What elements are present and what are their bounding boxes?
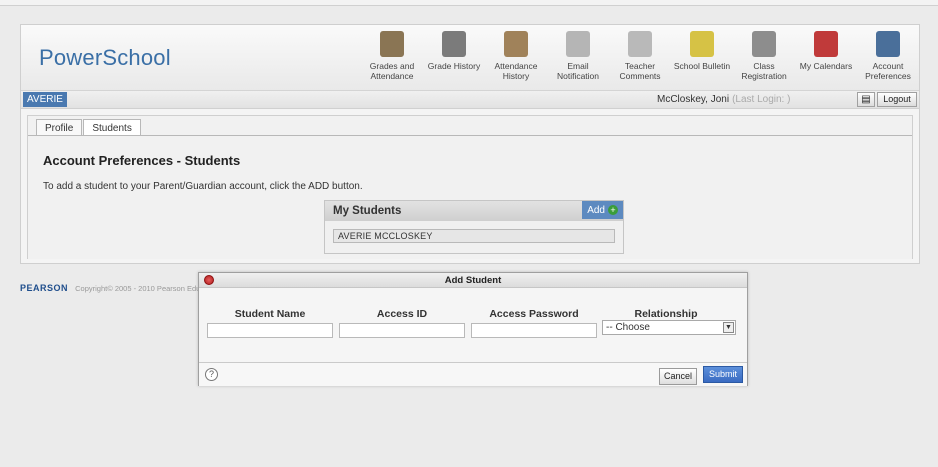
submit-button[interactable]: Submit	[703, 366, 743, 383]
close-icon[interactable]	[204, 275, 214, 285]
student-name-label: Student Name	[234, 308, 306, 320]
nav-my-calendars[interactable]: My Calendars	[795, 31, 857, 81]
dialog-title: Add Student	[444, 275, 502, 286]
powerschool-frame: PowerSchool Grades and Attendance Grade H…	[20, 24, 920, 264]
nav-attendance-history[interactable]: Attendance History	[485, 31, 547, 81]
pearson-logo: PEARSON	[20, 283, 69, 293]
nav-label: Email Notification	[556, 61, 600, 81]
last-login: (Last Login: )	[732, 94, 791, 105]
registration-icon	[752, 31, 776, 57]
nav-grade-history[interactable]: Grade History	[423, 31, 485, 81]
copyright-text: Copyright© 2005 - 2010 Pearson Educ	[75, 284, 205, 293]
relationship-label: Relationship	[634, 308, 698, 320]
main-nav: Grades and Attendance Grade History Attend…	[361, 31, 919, 81]
page-description: To add a student to your Parent/Guardian…	[43, 181, 363, 192]
nav-label: Grades and Attendance	[369, 61, 415, 81]
footer: PEARSON Copyright© 2005 - 2010 Pearson E…	[20, 283, 204, 293]
students-panel: Account Preferences - Students To add a …	[28, 135, 912, 259]
content-area: Profile Students Account Preferences - S…	[27, 115, 913, 259]
calendar-icon	[814, 31, 838, 57]
logout-button[interactable]: Logout	[877, 92, 917, 107]
nav-label: School Bulletin	[673, 61, 731, 71]
grade-history-icon	[442, 31, 466, 57]
add-label: Add	[587, 204, 605, 216]
access-password-input[interactable]	[471, 323, 597, 338]
nav-class-registration[interactable]: Class Registration	[733, 31, 795, 81]
nav-teacher-comments[interactable]: Teacher Comments	[609, 31, 671, 81]
add-student-dialog: Add Student Student Name Access ID Acces…	[198, 272, 748, 386]
comments-icon	[628, 31, 652, 57]
attendance-history-icon	[504, 31, 528, 57]
student-row[interactable]: AVERIE MCCLOSKEY	[333, 229, 615, 243]
my-students-box: My Students Add + AVERIE MCCLOSKEY	[324, 200, 624, 254]
relationship-select[interactable]: -- Choose ▼	[602, 320, 736, 335]
plus-icon: +	[608, 205, 618, 215]
page-title: Account Preferences - Students	[43, 153, 241, 168]
nav-label: Account Preferences	[865, 61, 911, 81]
top-border	[0, 0, 938, 6]
user-info: McCloskey, Joni (Last Login: )	[657, 94, 790, 105]
header: PowerSchool Grades and Attendance Grade H…	[21, 25, 919, 91]
grades-icon	[380, 31, 404, 57]
gear-icon	[876, 31, 900, 57]
nav-label: Attendance History	[494, 61, 538, 81]
user-name: McCloskey, Joni	[657, 94, 730, 105]
my-students-title: My Students	[333, 205, 402, 217]
email-icon	[566, 31, 590, 57]
nav-account-preferences[interactable]: Account Preferences	[857, 31, 919, 81]
nav-label: Grade History	[427, 61, 481, 71]
add-student-button[interactable]: Add +	[582, 201, 623, 219]
nav-school-bulletin[interactable]: School Bulletin	[671, 31, 733, 81]
relationship-value: -- Choose	[606, 322, 650, 333]
nav-grades-attendance[interactable]: Grades and Attendance	[361, 31, 423, 81]
nav-email-notification[interactable]: Email Notification	[547, 31, 609, 81]
nav-label: Teacher Comments	[619, 61, 661, 81]
powerschool-logo[interactable]: PowerSchool	[39, 45, 171, 71]
nav-label: Class Registration	[741, 61, 787, 81]
dialog-titlebar: Add Student	[199, 273, 747, 288]
dialog-footer: ? Cancel Submit	[199, 362, 747, 386]
user-bar: AVERIE McCloskey, Joni(Last Login: ) ▤ ?…	[21, 91, 919, 109]
my-students-header: My Students Add +	[325, 201, 623, 221]
chevron-down-icon: ▼	[723, 322, 734, 333]
bulletin-icon	[690, 31, 714, 57]
help-icon[interactable]: ?	[205, 368, 218, 381]
access-id-label: Access ID	[376, 308, 428, 320]
student-selector[interactable]: AVERIE	[23, 92, 67, 107]
print-button[interactable]: ▤	[857, 92, 875, 107]
access-password-label: Access Password	[489, 308, 579, 320]
student-name-input[interactable]	[207, 323, 333, 338]
print-icon: ▤	[861, 94, 871, 105]
nav-label: My Calendars	[799, 61, 853, 71]
cancel-button[interactable]: Cancel	[659, 368, 697, 385]
access-id-input[interactable]	[339, 323, 465, 338]
